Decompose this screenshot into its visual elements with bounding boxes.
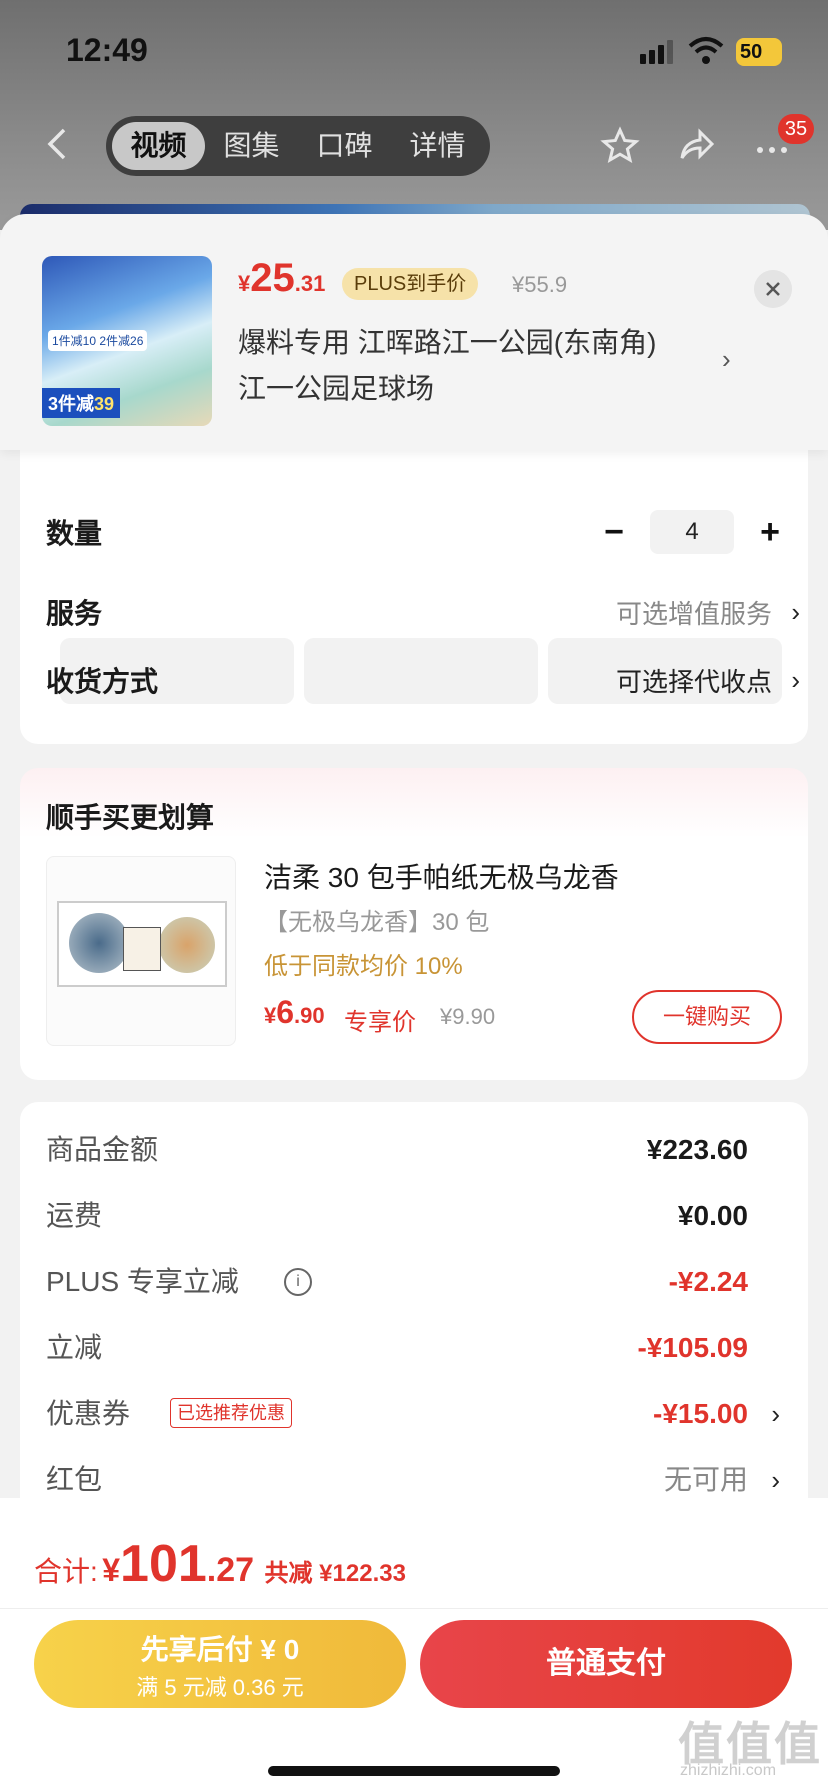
quantity-row: 数量 − 4 +: [46, 502, 806, 562]
order-total: 合计: ¥101.27 共减 ¥122.33: [34, 1535, 406, 1593]
battery-level: 50: [740, 41, 763, 63]
delivery-method-value: 可选择代收点: [615, 666, 772, 697]
address-line-1: 爆料专用 江晖路江一公园(东南角): [238, 327, 657, 358]
status-time: 12:49: [66, 32, 148, 68]
delivery-method-row[interactable]: 收货方式 可选择代收点 ›: [46, 650, 806, 710]
tab-gallery[interactable]: 图集: [205, 122, 298, 170]
status-bar: 12:49 50: [0, 0, 828, 100]
addon-product-image[interactable]: [46, 856, 236, 1046]
battery-icon: 50: [736, 38, 782, 66]
addon-price: ¥6.90: [264, 994, 325, 1030]
addon-original-price: ¥9.90: [440, 1004, 496, 1029]
original-price: ¥55.9: [512, 272, 568, 297]
chevron-right-icon: ›: [791, 596, 800, 627]
tab-details[interactable]: 详情: [391, 122, 484, 170]
addon-card: 顺手买更划算 洁柔 30 包手帕纸无极乌龙香 【无极乌龙香】30 包 低于同款均…: [20, 768, 808, 1080]
summary-row-instant-discount: 立减 -¥105.09: [46, 1332, 748, 1363]
address-line-2: 江一公园足球场: [238, 373, 435, 404]
addon-title: 顺手买更划算: [46, 802, 215, 833]
increase-button[interactable]: +: [748, 513, 792, 552]
addon-price-note: 低于同款均价 10%: [264, 953, 463, 980]
summary-row-subtotal: 商品金额 ¥223.60: [46, 1134, 748, 1165]
chevron-right-icon: ›: [771, 1399, 780, 1429]
total-amount: 101: [120, 1535, 207, 1593]
wifi-icon: [688, 37, 724, 64]
service-value: 可选增值服务: [615, 598, 772, 629]
quantity-stepper: − 4 +: [592, 502, 792, 562]
summary-row-plus-discount: PLUS 专享立减 i -¥2.24: [46, 1266, 748, 1297]
close-icon[interactable]: [754, 270, 792, 308]
total-label: 合计:: [34, 1556, 98, 1587]
chevron-right-icon: ›: [791, 664, 800, 695]
delivery-method-label: 收货方式: [46, 666, 159, 697]
divider: [0, 1608, 828, 1609]
one-click-buy-button[interactable]: 一键购买: [632, 990, 782, 1044]
tab-video[interactable]: 视频: [112, 122, 205, 170]
watermark-url: zhizhizhi.com: [680, 1762, 777, 1779]
normal-pay-button[interactable]: 普通支付: [420, 1620, 792, 1708]
product-summary-header: 1件减10 2件减26 3件减39 ¥25.31 PLUS到手价 ¥55.9 爆…: [0, 214, 828, 450]
top-nav: 视频 图集 口碑 详情: [0, 110, 828, 180]
addon-product-name[interactable]: 洁柔 30 包手帕纸无极乌龙香: [264, 856, 619, 896]
star-icon[interactable]: [600, 126, 640, 166]
product-price: ¥25.31: [238, 256, 326, 300]
delivery-address[interactable]: 爆料专用 江晖路江一公园(东南角) 江一公园足球场: [238, 320, 708, 412]
chevron-right-icon: ›: [771, 1465, 780, 1495]
quantity-label: 数量: [46, 518, 103, 549]
product-thumbnail[interactable]: 1件减10 2件减26 3件减39: [42, 256, 212, 426]
quantity-input[interactable]: 4: [650, 510, 734, 554]
info-icon[interactable]: i: [284, 1268, 312, 1296]
coupon-status-tag: 已选推荐优惠: [170, 1398, 292, 1428]
back-icon[interactable]: [40, 126, 76, 162]
pay-later-button[interactable]: 先享后付 ¥ 0 满 5 元减 0.36 元: [34, 1620, 406, 1708]
tab-reviews[interactable]: 口碑: [298, 122, 391, 170]
summary-row-shipping: 运费 ¥0.00: [46, 1200, 748, 1231]
share-icon[interactable]: [676, 126, 716, 166]
addon-price-label: 专享价: [344, 1009, 416, 1036]
message-count-badge: 35: [778, 114, 814, 144]
service-row[interactable]: 服务 可选增值服务 ›: [46, 582, 806, 642]
thumb-promo-text: 1件减10 2件减26: [48, 330, 148, 351]
home-indicator[interactable]: [268, 1766, 560, 1776]
content-tabs: 视频 图集 口碑 详情: [106, 116, 490, 176]
summary-row-coupon[interactable]: 优惠券 已选推荐优惠 -¥15.00 ›: [46, 1392, 806, 1436]
plus-price-tag: PLUS到手价: [342, 268, 479, 300]
total-savings: 共减 ¥122.33: [264, 1560, 406, 1587]
service-label: 服务: [46, 598, 103, 629]
addon-product-spec: 【无极乌龙香】30 包: [264, 909, 490, 936]
summary-row-red-packet[interactable]: 红包 无可用 ›: [46, 1458, 806, 1502]
chevron-right-icon: ›: [722, 344, 731, 374]
decrease-button[interactable]: −: [592, 513, 636, 552]
thumb-deal-text: 3件减39: [42, 388, 121, 418]
